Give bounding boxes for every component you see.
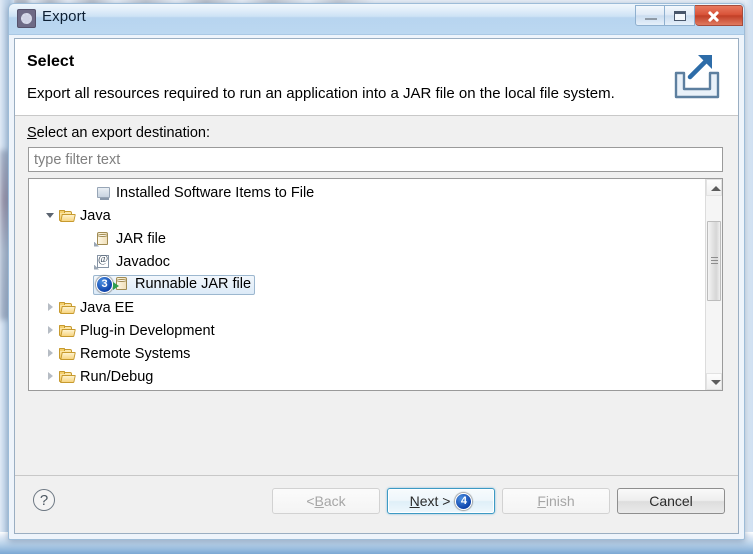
scroll-thumb[interactable] xyxy=(707,221,721,301)
tree-item-label: Run/Debug xyxy=(80,368,154,385)
dialog-client-area: Select Export all resources required to … xyxy=(14,38,739,534)
scroll-thumb-grip xyxy=(711,257,718,266)
window-controls xyxy=(635,5,743,26)
selected-item-highlight: 3 Runnable JAR file xyxy=(93,274,256,295)
finish-button: Finish xyxy=(502,488,610,514)
backdrop-right-strip xyxy=(745,0,753,554)
tree-item-label: Java EE xyxy=(80,299,134,316)
folder-icon xyxy=(59,300,76,316)
tree-item-plug-in-development[interactable]: Plug-in Development xyxy=(29,319,701,342)
chevron-down-icon[interactable] xyxy=(46,211,55,220)
tree-item-java-ee[interactable]: Java EE xyxy=(29,296,701,319)
export-wizard-icon xyxy=(17,9,36,28)
tree-item-java[interactable]: Java xyxy=(29,204,701,227)
chevron-right-icon[interactable] xyxy=(46,372,55,381)
chevron-right-icon[interactable] xyxy=(46,303,55,312)
titlebar-gloss xyxy=(9,4,744,34)
folder-icon xyxy=(59,323,76,339)
dialog-button-row: < Back Next >4 Finish Cancel xyxy=(272,488,725,514)
tree-item-label: Installed Software Items to File xyxy=(116,184,315,201)
page-description: Export all resources required to run an … xyxy=(27,85,615,102)
tree-item-javadoc[interactable]: Javadoc xyxy=(29,250,701,273)
finish-button-label: inish xyxy=(545,493,575,509)
next-button[interactable]: Next >4 xyxy=(387,488,495,514)
window-title: Export xyxy=(42,8,86,25)
step-badge: 4 xyxy=(455,492,473,510)
export-destination-tree[interactable]: Installed Software Items to File Java JAR … xyxy=(28,178,723,391)
title-bar[interactable]: Export xyxy=(9,4,744,35)
chevron-right-icon[interactable] xyxy=(46,326,55,335)
back-button-accel: B xyxy=(314,493,324,509)
maximize-icon xyxy=(674,11,686,21)
scroll-up-arrow[interactable] xyxy=(706,179,722,196)
finish-button-accel: F xyxy=(537,493,546,509)
runnable-jar-icon xyxy=(113,276,131,292)
page-title: Select xyxy=(27,53,75,70)
back-button-label: ack xyxy=(323,493,346,509)
close-button[interactable] xyxy=(695,5,743,26)
next-button-label: ext > xyxy=(419,493,451,509)
tree-list: Installed Software Items to File Java JAR … xyxy=(29,181,701,388)
back-button-prefix: < xyxy=(306,493,315,509)
tree-item-label: Runnable JAR file xyxy=(135,276,252,292)
tree-item-runnable-jar-file[interactable]: 3 Runnable JAR file xyxy=(29,273,701,296)
tree-item-run-debug[interactable]: Run/Debug xyxy=(29,365,701,388)
chevron-right-icon[interactable] xyxy=(46,349,55,358)
export-banner-icon xyxy=(674,51,720,99)
tree-item-label: Plug-in Development xyxy=(80,322,215,339)
tree-vertical-scrollbar[interactable] xyxy=(705,179,722,390)
wizard-header: Select Export all resources required to … xyxy=(15,39,738,116)
minimize-icon xyxy=(645,18,657,20)
export-dialog-window: Export Select Export all resources requi… xyxy=(8,3,745,540)
dialog-footer: ? < Back Next >4 Finish Cancel xyxy=(15,475,738,533)
export-destination-label-accel: S xyxy=(27,125,37,141)
installed-software-icon xyxy=(95,185,112,201)
maximize-button[interactable] xyxy=(665,5,695,26)
tree-item-label: JAR file xyxy=(116,230,166,247)
folder-open-icon xyxy=(59,208,76,224)
tree-item-label: Javadoc xyxy=(116,253,171,270)
filter-input[interactable] xyxy=(28,147,723,172)
cancel-button-label: Cancel xyxy=(649,493,693,509)
javadoc-icon xyxy=(94,253,112,270)
export-destination-label: Select an export destination: xyxy=(27,125,210,141)
tree-item-label: Java xyxy=(80,207,111,224)
jar-file-icon xyxy=(94,231,112,247)
tree-item-installed-software-items-to-file[interactable]: Installed Software Items to File xyxy=(29,181,701,204)
cancel-button[interactable]: Cancel xyxy=(617,488,725,514)
scroll-down-arrow[interactable] xyxy=(706,373,722,390)
tree-item-label: Remote Systems xyxy=(80,345,191,362)
help-icon[interactable]: ? xyxy=(33,489,55,511)
next-button-accel: N xyxy=(409,493,420,509)
folder-icon xyxy=(59,346,76,362)
tree-item-jar-file[interactable]: JAR file xyxy=(29,227,701,250)
minimize-button[interactable] xyxy=(635,5,665,26)
back-button: < Back xyxy=(272,488,380,514)
step-badge: 3 xyxy=(96,275,113,293)
tree-item-remote-systems[interactable]: Remote Systems xyxy=(29,342,701,365)
export-destination-label-text: elect an export destination: xyxy=(36,125,210,141)
folder-icon xyxy=(59,369,76,385)
wizard-body: Select an export destination: Installed … xyxy=(15,116,738,533)
